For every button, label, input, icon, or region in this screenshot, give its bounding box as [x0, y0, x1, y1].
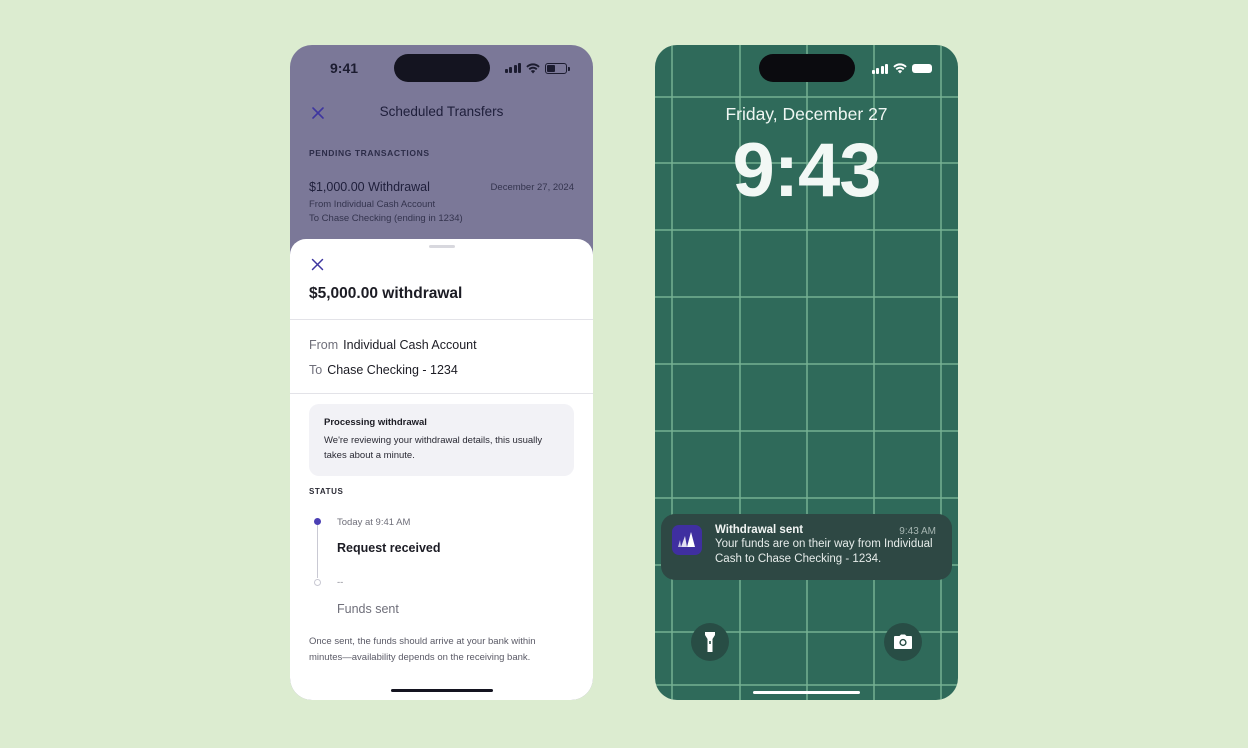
wallpaper-grid-line	[655, 96, 958, 98]
wallpaper-grid-line	[655, 684, 958, 686]
arrival-note: Once sent, the funds should arrive at yo…	[309, 636, 536, 663]
lock-clock: 9:43	[732, 128, 881, 213]
close-icon[interactable]	[310, 257, 325, 272]
phone-scheduled-transfers: 9:41 Scheduled Transfers PENDING TRANSAC…	[290, 45, 593, 700]
dynamic-island	[394, 54, 490, 82]
wallpaper-grid-line	[655, 497, 958, 499]
phone-lock-screen: Friday, December 27 9:43 Withdrawal sent…	[655, 45, 958, 700]
wallpaper-grid-line	[655, 430, 958, 432]
battery-icon	[545, 62, 570, 74]
step-time: --	[337, 577, 344, 588]
divider	[290, 319, 593, 320]
wealthsimple-logo-icon	[672, 525, 702, 555]
status-icons	[504, 62, 570, 74]
notification-time: 9:43 AM	[899, 526, 936, 537]
signal-icon	[871, 63, 888, 74]
wallpaper-grid-line	[655, 229, 958, 231]
info-text: We're reviewing your withdrawal details,…	[324, 435, 543, 461]
step-time: Today at 9:41 AM	[337, 517, 411, 528]
camera-button[interactable]	[884, 623, 922, 661]
to-label: To	[309, 363, 323, 377]
home-indicator[interactable]	[391, 689, 493, 692]
divider	[290, 393, 593, 394]
status-time: 9:41	[330, 60, 359, 76]
timeline-dot-pending	[314, 579, 321, 586]
page-title: Scheduled Transfers	[379, 104, 504, 119]
pending-section-label: PENDING TRANSACTIONS	[309, 148, 430, 158]
from-value: Individual Cash Account	[343, 338, 477, 352]
wallpaper-grid-line	[655, 296, 958, 298]
pending-to: To Chase Checking (ending in 1234)	[309, 213, 463, 224]
camera-icon	[894, 634, 912, 649]
notification-body: Your funds are on their way from Individ…	[715, 538, 933, 565]
signal-icon	[504, 63, 521, 73]
step-title: Request received	[337, 541, 441, 555]
withdrawal-title: $5,000.00 withdrawal	[309, 285, 463, 302]
from-label: From	[309, 338, 339, 352]
to-row: To Chase Checking - 1234	[309, 363, 458, 377]
info-title: Processing withdrawal	[324, 417, 427, 428]
wifi-icon	[893, 63, 907, 74]
wifi-icon	[526, 62, 540, 73]
timeline-line	[317, 525, 318, 578]
status-section-label: STATUS	[309, 487, 344, 496]
sheet-grabber[interactable]	[429, 245, 455, 248]
flashlight-icon	[705, 632, 715, 652]
pending-date: December 27, 2024	[490, 182, 574, 193]
status-bar: 9:41	[290, 45, 593, 91]
transfers-header: Scheduled Transfers	[290, 101, 593, 131]
to-value: Chase Checking - 1234	[327, 363, 458, 377]
timeline-dot-complete	[314, 518, 321, 525]
dynamic-island	[759, 54, 855, 82]
battery-icon	[912, 64, 932, 73]
status-icons	[871, 63, 932, 74]
withdrawal-detail-sheet: $5,000.00 withdrawal From Individual Cash…	[290, 239, 593, 700]
pending-transaction-item[interactable]: $1,000.00 Withdrawal December 27, 2024 F…	[309, 180, 574, 224]
pending-from: From Individual Cash Account	[309, 199, 436, 210]
step-title: Funds sent	[337, 602, 399, 616]
lock-date: Friday, December 27	[725, 104, 888, 124]
wallpaper-grid-line	[655, 363, 958, 365]
from-row: From Individual Cash Account	[309, 338, 477, 352]
processing-info-box: Processing withdrawal We're reviewing yo…	[309, 404, 574, 476]
home-indicator[interactable]	[753, 691, 860, 694]
flashlight-button[interactable]	[691, 623, 729, 661]
withdrawal-notification[interactable]: Withdrawal sent 9:43 AM Your funds are o…	[661, 514, 952, 580]
